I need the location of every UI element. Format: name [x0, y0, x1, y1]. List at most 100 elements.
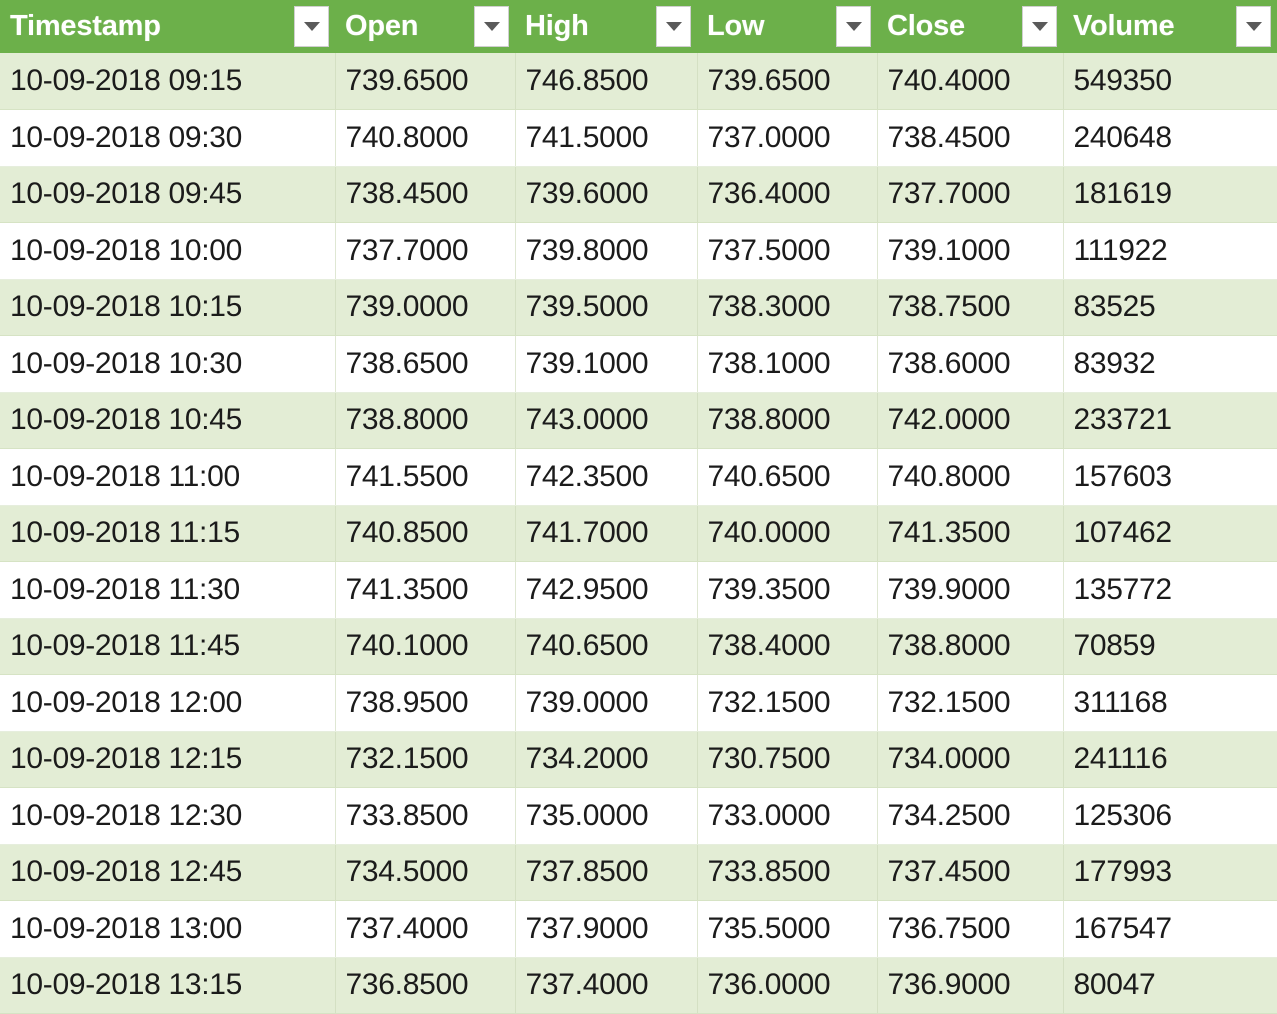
cell-open[interactable]: 733.8500 [334, 787, 515, 845]
cell-close[interactable]: 740.8000 [876, 448, 1063, 506]
table-row[interactable]: 10-09-2018 12:15 732.1500 734.2000 730.7500… [0, 731, 1277, 788]
cell-high[interactable]: 746.8500 [514, 53, 697, 110]
cell-open[interactable]: 740.8500 [334, 505, 515, 562]
column-header-close[interactable]: Close [877, 0, 1063, 53]
cell-low[interactable]: 738.1000 [696, 335, 877, 393]
cell-close[interactable]: 734.2500 [876, 787, 1063, 845]
filter-dropdown-button-low[interactable] [836, 6, 871, 47]
cell-timestamp[interactable]: 10-09-2018 10:45 [0, 392, 335, 449]
cell-high[interactable]: 741.5000 [514, 109, 697, 167]
cell-timestamp[interactable]: 10-09-2018 13:00 [0, 900, 335, 958]
cell-low[interactable]: 735.5000 [696, 900, 877, 958]
cell-close[interactable]: 738.7500 [876, 279, 1063, 336]
cell-low[interactable]: 736.0000 [696, 957, 877, 1014]
cell-low[interactable]: 733.0000 [696, 787, 877, 845]
cell-timestamp[interactable]: 10-09-2018 11:45 [0, 618, 335, 675]
table-row[interactable]: 10-09-2018 12:30 733.8500 735.0000 733.0000… [0, 787, 1277, 845]
filter-dropdown-button-high[interactable] [656, 6, 691, 47]
cell-timestamp[interactable]: 10-09-2018 13:15 [0, 957, 335, 1014]
cell-volume[interactable]: 311168 [1062, 674, 1277, 732]
cell-open[interactable]: 741.3500 [334, 561, 515, 619]
table-row[interactable]: 10-09-2018 09:15 739.6500 746.8500 739.6500… [0, 53, 1277, 110]
cell-open[interactable]: 737.4000 [334, 900, 515, 958]
cell-close[interactable]: 738.6000 [876, 335, 1063, 393]
filter-dropdown-button-open[interactable] [474, 6, 509, 47]
cell-volume[interactable]: 233721 [1062, 392, 1277, 449]
table-row[interactable]: 10-09-2018 10:00 737.7000 739.8000 737.5000… [0, 222, 1277, 280]
table-row[interactable]: 10-09-2018 10:30 738.6500 739.1000 738.1000… [0, 335, 1277, 393]
cell-volume[interactable]: 177993 [1062, 844, 1277, 901]
cell-high[interactable]: 737.4000 [514, 957, 697, 1014]
column-header-low[interactable]: Low [697, 0, 877, 53]
cell-high[interactable]: 742.9500 [514, 561, 697, 619]
cell-low[interactable]: 733.8500 [696, 844, 877, 901]
cell-close[interactable]: 736.9000 [876, 957, 1063, 1014]
cell-low[interactable]: 737.5000 [696, 222, 877, 280]
cell-high[interactable]: 735.0000 [514, 787, 697, 845]
cell-open[interactable]: 740.8000 [334, 109, 515, 167]
cell-timestamp[interactable]: 10-09-2018 12:15 [0, 731, 335, 788]
cell-low[interactable]: 738.8000 [696, 392, 877, 449]
cell-close[interactable]: 740.4000 [876, 53, 1063, 110]
cell-volume[interactable]: 107462 [1062, 505, 1277, 562]
cell-timestamp[interactable]: 10-09-2018 09:30 [0, 109, 335, 167]
cell-close[interactable]: 739.9000 [876, 561, 1063, 619]
cell-close[interactable]: 738.4500 [876, 109, 1063, 167]
table-row[interactable]: 10-09-2018 11:15 740.8500 741.7000 740.0000… [0, 505, 1277, 562]
cell-timestamp[interactable]: 10-09-2018 10:00 [0, 222, 335, 280]
table-row[interactable]: 10-09-2018 11:00 741.5500 742.3500 740.6500… [0, 448, 1277, 506]
column-header-open[interactable]: Open [335, 0, 515, 53]
column-header-volume[interactable]: Volume [1063, 0, 1277, 53]
table-row[interactable]: 10-09-2018 09:30 740.8000 741.5000 737.0000… [0, 109, 1277, 167]
cell-open[interactable]: 738.9500 [334, 674, 515, 732]
table-row[interactable]: 10-09-2018 10:15 739.0000 739.5000 738.3000… [0, 279, 1277, 336]
cell-timestamp[interactable]: 10-09-2018 11:00 [0, 448, 335, 506]
cell-open[interactable]: 739.6500 [334, 53, 515, 110]
cell-low[interactable]: 738.3000 [696, 279, 877, 336]
cell-high[interactable]: 737.9000 [514, 900, 697, 958]
table-row[interactable]: 10-09-2018 13:00 737.4000 737.9000 735.5000… [0, 900, 1277, 958]
cell-close[interactable]: 742.0000 [876, 392, 1063, 449]
cell-timestamp[interactable]: 10-09-2018 10:15 [0, 279, 335, 336]
cell-volume[interactable]: 111922 [1062, 222, 1277, 280]
column-header-timestamp[interactable]: Timestamp [0, 0, 335, 53]
cell-volume[interactable]: 157603 [1062, 448, 1277, 506]
cell-volume[interactable]: 70859 [1062, 618, 1277, 675]
filter-dropdown-button-close[interactable] [1022, 6, 1057, 47]
cell-high[interactable]: 739.5000 [514, 279, 697, 336]
cell-open[interactable]: 734.5000 [334, 844, 515, 901]
cell-close[interactable]: 741.3500 [876, 505, 1063, 562]
cell-timestamp[interactable]: 10-09-2018 09:15 [0, 53, 335, 110]
column-header-high[interactable]: High [515, 0, 697, 53]
cell-low[interactable]: 739.6500 [696, 53, 877, 110]
cell-low[interactable]: 738.4000 [696, 618, 877, 675]
cell-timestamp[interactable]: 10-09-2018 09:45 [0, 166, 335, 223]
cell-high[interactable]: 741.7000 [514, 505, 697, 562]
filter-dropdown-button-volume[interactable] [1236, 6, 1271, 47]
table-row[interactable]: 10-09-2018 10:45 738.8000 743.0000 738.8000… [0, 392, 1277, 449]
cell-timestamp[interactable]: 10-09-2018 10:30 [0, 335, 335, 393]
cell-volume[interactable]: 181619 [1062, 166, 1277, 223]
cell-volume[interactable]: 241116 [1062, 731, 1277, 788]
cell-close[interactable]: 737.7000 [876, 166, 1063, 223]
cell-open[interactable]: 741.5500 [334, 448, 515, 506]
cell-volume[interactable]: 135772 [1062, 561, 1277, 619]
cell-volume[interactable]: 125306 [1062, 787, 1277, 845]
table-row[interactable]: 10-09-2018 12:45 734.5000 737.8500 733.8500… [0, 844, 1277, 901]
table-row[interactable]: 10-09-2018 11:30 741.3500 742.9500 739.3500… [0, 561, 1277, 619]
cell-timestamp[interactable]: 10-09-2018 12:00 [0, 674, 335, 732]
cell-low[interactable]: 736.4000 [696, 166, 877, 223]
cell-high[interactable]: 739.8000 [514, 222, 697, 280]
cell-volume[interactable]: 80047 [1062, 957, 1277, 1014]
cell-volume[interactable]: 549350 [1062, 53, 1277, 110]
cell-high[interactable]: 737.8500 [514, 844, 697, 901]
cell-open[interactable]: 738.4500 [334, 166, 515, 223]
cell-volume[interactable]: 83525 [1062, 279, 1277, 336]
cell-high[interactable]: 734.2000 [514, 731, 697, 788]
cell-close[interactable]: 732.1500 [876, 674, 1063, 732]
cell-timestamp[interactable]: 10-09-2018 12:45 [0, 844, 335, 901]
cell-high[interactable]: 739.0000 [514, 674, 697, 732]
cell-close[interactable]: 739.1000 [876, 222, 1063, 280]
cell-low[interactable]: 740.6500 [696, 448, 877, 506]
cell-open[interactable]: 738.8000 [334, 392, 515, 449]
